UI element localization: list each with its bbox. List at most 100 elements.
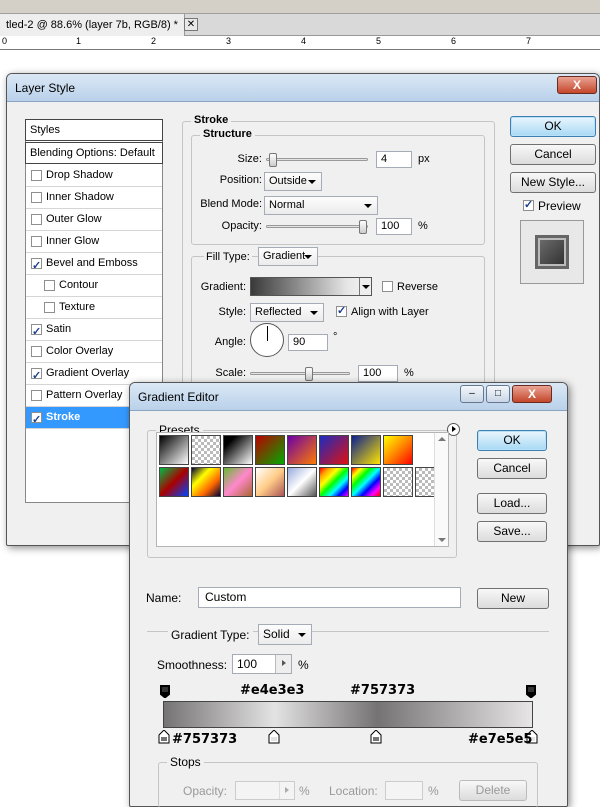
blend-mode-select[interactable]: Normal — [264, 196, 378, 215]
preset-swatch[interactable] — [191, 467, 221, 497]
size-slider[interactable] — [266, 153, 368, 167]
opacity-stop-left[interactable] — [159, 684, 171, 699]
scale-input[interactable]: 100 — [358, 365, 398, 382]
opacity-stop-right[interactable] — [525, 684, 537, 699]
style-item-checkbox[interactable] — [31, 214, 42, 225]
stop-color-label: #757373 — [350, 683, 416, 698]
preset-swatch[interactable] — [287, 467, 317, 497]
style-item-checkbox[interactable] — [31, 256, 42, 277]
close-icon[interactable]: X — [557, 76, 597, 94]
gradient-cancel-button[interactable]: Cancel — [477, 458, 547, 479]
maximize-icon[interactable]: □ — [486, 385, 510, 403]
style-item[interactable]: Color Overlay — [26, 341, 162, 363]
ruler-number: 2 — [151, 36, 157, 46]
style-item-checkbox[interactable] — [31, 346, 42, 357]
position-select[interactable]: Outside — [264, 172, 322, 191]
scale-slider-thumb[interactable] — [305, 367, 313, 381]
smoothness-unit: % — [298, 658, 309, 672]
preset-swatch[interactable] — [223, 467, 253, 497]
fill-type-select[interactable]: Gradient — [258, 247, 318, 266]
blending-options-item[interactable]: Blending Options: Default — [25, 142, 163, 164]
close-icon[interactable]: X — [512, 385, 552, 403]
style-item-checkbox[interactable] — [44, 302, 55, 313]
style-item[interactable]: Texture — [26, 297, 162, 319]
new-style-button[interactable]: New Style... — [510, 172, 596, 193]
preset-swatch[interactable] — [287, 435, 317, 465]
style-item-checkbox[interactable] — [31, 170, 42, 181]
style-item[interactable]: Drop Shadow — [26, 165, 162, 187]
horizontal-ruler: 0 1 2 3 4 5 6 7 — [0, 36, 600, 50]
style-item[interactable]: Outer Glow — [26, 209, 162, 231]
preset-swatch[interactable] — [223, 435, 253, 465]
align-with-layer-checkbox[interactable] — [336, 304, 347, 317]
gradient-type-select[interactable]: Solid — [258, 624, 312, 645]
style-item[interactable]: Inner Glow — [26, 231, 162, 253]
style-item-checkbox[interactable] — [31, 322, 42, 343]
opacity-slider-thumb[interactable] — [359, 220, 367, 234]
opacity-input[interactable]: 100 — [376, 218, 412, 235]
preset-swatch[interactable] — [159, 467, 189, 497]
chevron-down-icon[interactable] — [359, 278, 371, 295]
size-slider-thumb[interactable] — [269, 153, 277, 167]
presets-scrollbar[interactable] — [434, 433, 448, 546]
stops-opacity-input[interactable] — [235, 781, 295, 800]
structure-group: Structure Size: 4 px Position: Outside B… — [191, 128, 485, 245]
size-input[interactable]: 4 — [376, 151, 412, 168]
preset-swatch[interactable] — [383, 467, 413, 497]
smoothness-input[interactable]: 100 — [232, 654, 292, 674]
new-button[interactable]: New — [477, 588, 549, 609]
preset-swatch[interactable] — [191, 435, 221, 465]
style-item-checkbox[interactable] — [31, 410, 42, 431]
style-item-checkbox[interactable] — [31, 366, 42, 387]
color-stop-midleft[interactable] — [268, 729, 280, 744]
preset-swatch[interactable] — [255, 467, 285, 497]
gradient-bar[interactable] — [163, 701, 533, 728]
layer-style-cancel-button[interactable]: Cancel — [510, 144, 596, 165]
stop-color-label: #e7e5e5 — [468, 732, 533, 747]
preset-swatch[interactable] — [255, 435, 285, 465]
angle-dial[interactable] — [250, 323, 284, 357]
stops-location-input[interactable] — [385, 781, 423, 800]
align-with-layer-label: Align with Layer — [351, 306, 429, 318]
minimize-icon[interactable]: – — [460, 385, 484, 403]
style-item[interactable]: Inner Shadow — [26, 187, 162, 209]
preset-swatch[interactable] — [351, 467, 381, 497]
style-item-checkbox[interactable] — [31, 236, 42, 247]
document-tab[interactable]: tled-2 @ 88.6% (layer 7b, RGB/8) * — [0, 14, 185, 36]
save-button[interactable]: Save... — [477, 521, 547, 542]
styles-header[interactable]: Styles — [25, 119, 163, 141]
style-item[interactable]: Contour — [26, 275, 162, 297]
preset-swatch[interactable] — [319, 435, 349, 465]
color-stop-left[interactable] — [158, 729, 170, 744]
gradient-ok-button[interactable]: OK — [477, 430, 547, 451]
style-item[interactable]: Bevel and Emboss — [26, 253, 162, 277]
preview-checkbox[interactable] — [523, 198, 534, 211]
scroll-down-icon[interactable] — [438, 538, 446, 542]
preset-swatch[interactable] — [159, 435, 189, 465]
layer-style-ok-button[interactable]: OK — [510, 116, 596, 137]
document-close-icon[interactable]: ✕ — [184, 18, 198, 31]
preset-swatch[interactable] — [383, 435, 413, 465]
chevron-right-icon[interactable] — [275, 655, 291, 673]
style-item-checkbox[interactable] — [31, 390, 42, 401]
style-label: Style: — [218, 306, 246, 318]
scale-slider[interactable] — [250, 367, 350, 381]
delete-button[interactable]: Delete — [459, 780, 527, 801]
chevron-right-icon[interactable] — [279, 782, 294, 799]
style-item[interactable]: Satin — [26, 319, 162, 343]
preset-swatch[interactable] — [319, 467, 349, 497]
opacity-slider[interactable] — [266, 220, 368, 234]
style-item-checkbox[interactable] — [31, 192, 42, 203]
angle-input[interactable]: 90 — [288, 334, 328, 351]
document-tab-bar: tled-2 @ 88.6% (layer 7b, RGB/8) * ✕ — [0, 14, 600, 36]
scroll-up-icon[interactable] — [438, 437, 446, 441]
color-stop-midright[interactable] — [370, 729, 382, 744]
load-button[interactable]: Load... — [477, 493, 547, 514]
reverse-checkbox[interactable] — [382, 281, 393, 292]
gradient-picker[interactable] — [250, 277, 372, 296]
style-item-checkbox[interactable] — [44, 280, 55, 291]
stops-opacity-label: Opacity: — [183, 784, 228, 798]
name-input[interactable]: Custom — [198, 587, 461, 608]
gradient-style-select[interactable]: Reflected — [250, 303, 324, 322]
preset-swatch[interactable] — [351, 435, 381, 465]
